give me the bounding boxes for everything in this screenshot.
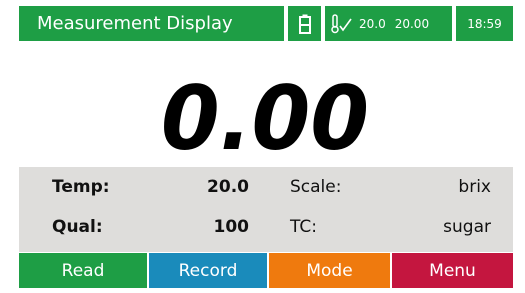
- read-button-label: Read: [61, 260, 105, 281]
- thermometer-check-icon: [331, 13, 352, 33]
- tc-label: TC:: [290, 217, 317, 237]
- reading-display: 0.00: [19, 47, 513, 167]
- menu-button-label: Menu: [429, 260, 476, 281]
- screen-title: Measurement Display: [37, 13, 233, 34]
- mode-button-label: Mode: [306, 260, 353, 281]
- header-temperature-setpoint: 20.00: [394, 16, 430, 31]
- header-bar: Measurement Display 20.0 20.00 18:59: [0, 0, 525, 47]
- read-button[interactable]: Read: [19, 253, 147, 288]
- scale-label: Scale:: [290, 177, 342, 197]
- measurement-screen: Measurement Display 20.0 20.00 18:59 0.0…: [0, 0, 525, 293]
- record-button[interactable]: Record: [149, 253, 267, 288]
- menu-button[interactable]: Menu: [392, 253, 513, 288]
- screen-title-bar: Measurement Display: [19, 6, 284, 41]
- battery-status: [288, 6, 321, 41]
- header-temperature: 20.0: [359, 16, 386, 31]
- clock-time: 18:59: [467, 16, 502, 31]
- temp-value: 20.0: [207, 177, 249, 197]
- mode-button[interactable]: Mode: [269, 253, 390, 288]
- temp-label: Temp:: [52, 177, 110, 197]
- scale-value: brix: [458, 177, 491, 197]
- record-button-label: Record: [178, 260, 238, 281]
- qual-label: Qual:: [52, 217, 103, 237]
- reading-text: 0.00: [161, 67, 369, 167]
- clock-box: 18:59: [456, 6, 513, 41]
- tc-value: sugar: [443, 217, 491, 237]
- temperature-status: 20.0 20.00: [325, 6, 452, 41]
- reading-value: 0.00: [161, 67, 369, 167]
- info-panel: Temp: 20.0 Scale: brix Qual: 100 TC: sug…: [19, 167, 513, 252]
- qual-value: 100: [213, 217, 250, 237]
- battery-icon: [298, 14, 311, 34]
